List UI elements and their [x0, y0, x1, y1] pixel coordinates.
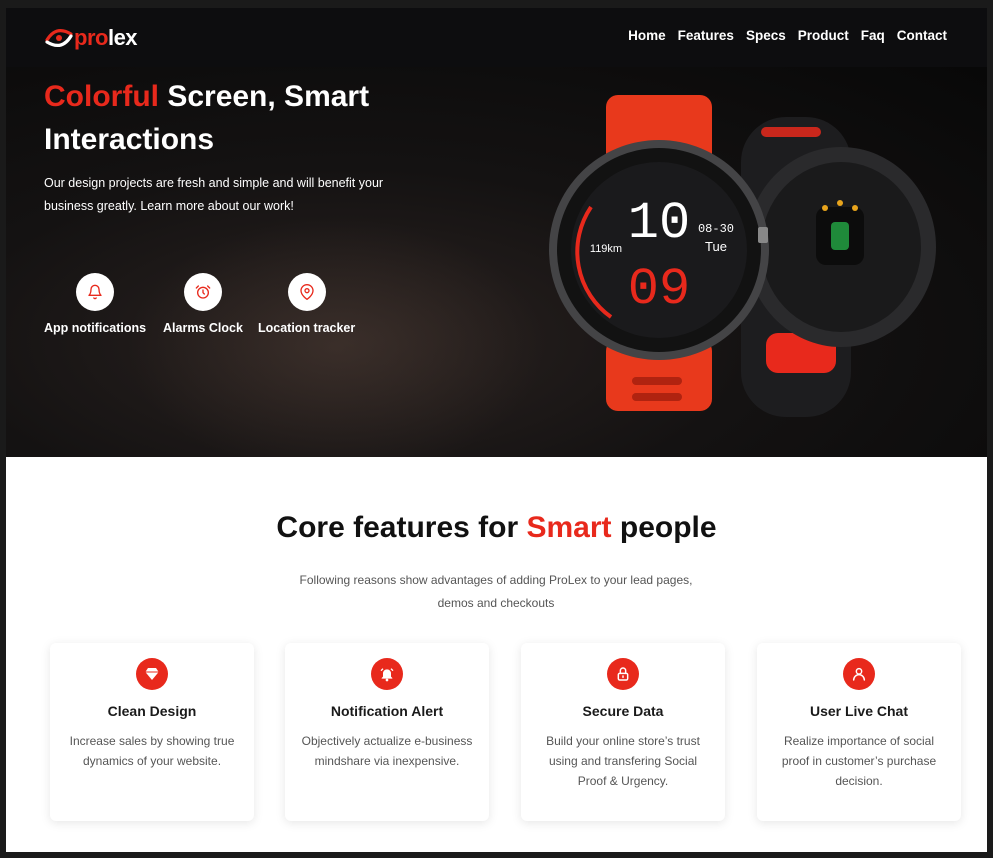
- hero-title-accent: Colorful: [44, 80, 159, 113]
- feature-card-secure-data: Secure Data Build your online store’s tr…: [521, 643, 725, 821]
- smartwatch-image: 10 09 08-30 Tue 119km: [549, 95, 936, 417]
- hero-background-hands: [126, 217, 546, 457]
- nav-link-home[interactable]: Home: [628, 28, 666, 43]
- diamond-icon: [136, 658, 168, 690]
- front-watch: 10 09 08-30 Tue 119km: [549, 95, 769, 411]
- hero-feature-label: App notifications: [44, 321, 147, 335]
- alarm-bell-icon: [371, 658, 403, 690]
- watch-date: 08-30: [698, 222, 734, 236]
- feature-card-notification-alert: Notification Alert Objectively actualize…: [285, 643, 489, 821]
- card-title: Clean Design: [107, 703, 197, 719]
- nav-link-contact[interactable]: Contact: [897, 28, 947, 43]
- feature-card-clean-design: Clean Design Increase sales by showing t…: [50, 643, 254, 821]
- card-text: Build your online store’s trust using an…: [546, 734, 700, 788]
- nav-link-product[interactable]: Product: [798, 28, 849, 43]
- watch-hour: 10: [628, 194, 690, 253]
- lock-icon: [607, 658, 639, 690]
- watch-minute: 09: [628, 260, 690, 319]
- feature-card-user-live-chat: User Live Chat Realize importance of soc…: [757, 643, 961, 821]
- logo-lex: lex: [107, 25, 138, 50]
- card-title: Notification Alert: [330, 703, 444, 719]
- nav-link-features[interactable]: Features: [678, 28, 734, 43]
- hero-title: Colorful Screen, Smart Interactions: [44, 75, 464, 161]
- card-text: Objectively actualize e-business mindsha…: [301, 734, 473, 768]
- features-title: Core features for Smart people: [6, 511, 987, 545]
- features-title-accent: Smart: [526, 511, 612, 544]
- logo-pro: pro: [74, 25, 108, 50]
- hero-feature-location-tracker: Location tracker: [258, 273, 355, 335]
- nav-links: Home Features Specs Product Faq Contact: [628, 28, 947, 43]
- hero-feature-label: Alarms Clock: [163, 321, 243, 335]
- nav-link-specs[interactable]: Specs: [746, 28, 786, 43]
- card-text: Realize importance of social proof in cu…: [781, 734, 937, 788]
- features-subtitle: Following reasons show advantages of add…: [299, 573, 693, 610]
- back-watch: [741, 117, 936, 417]
- features-title-pre: Core features for: [276, 511, 527, 544]
- card-text: Increase sales by showing true dynamics …: [69, 734, 235, 768]
- hero-description: Our design projects are fresh and simple…: [44, 176, 384, 213]
- user-icon: [843, 658, 875, 690]
- bell-icon: [76, 273, 115, 311]
- hero-title-line2: Interactions: [44, 123, 215, 156]
- nav-link-faq[interactable]: Faq: [861, 28, 885, 43]
- hero-title-line1: Screen, Smart: [158, 80, 370, 113]
- hero-feature-label: Location tracker: [258, 321, 356, 335]
- hero-section: Colorful Screen, Smart Interactions Our …: [6, 67, 987, 457]
- watch-day: Tue: [705, 239, 727, 254]
- watch-distance: 119km: [590, 243, 622, 255]
- logo[interactable]: prolex: [44, 22, 138, 54]
- navbar: prolex Home Features Specs Product Faq C…: [6, 8, 987, 67]
- hero-feature-app-notifications: App notifications: [44, 273, 146, 335]
- hero-feature-alarms-clock: Alarms Clock: [163, 273, 243, 335]
- features-title-post: people: [611, 511, 717, 544]
- page-frame: prolex Home Features Specs Product Faq C…: [6, 8, 987, 852]
- location-pin-icon: [287, 273, 326, 311]
- logo-icon: [45, 29, 73, 47]
- alarm-clock-icon: [183, 273, 222, 311]
- logo-text: prolex: [74, 25, 138, 51]
- card-title: User Live Chat: [809, 703, 909, 719]
- card-title: Secure Data: [582, 703, 664, 719]
